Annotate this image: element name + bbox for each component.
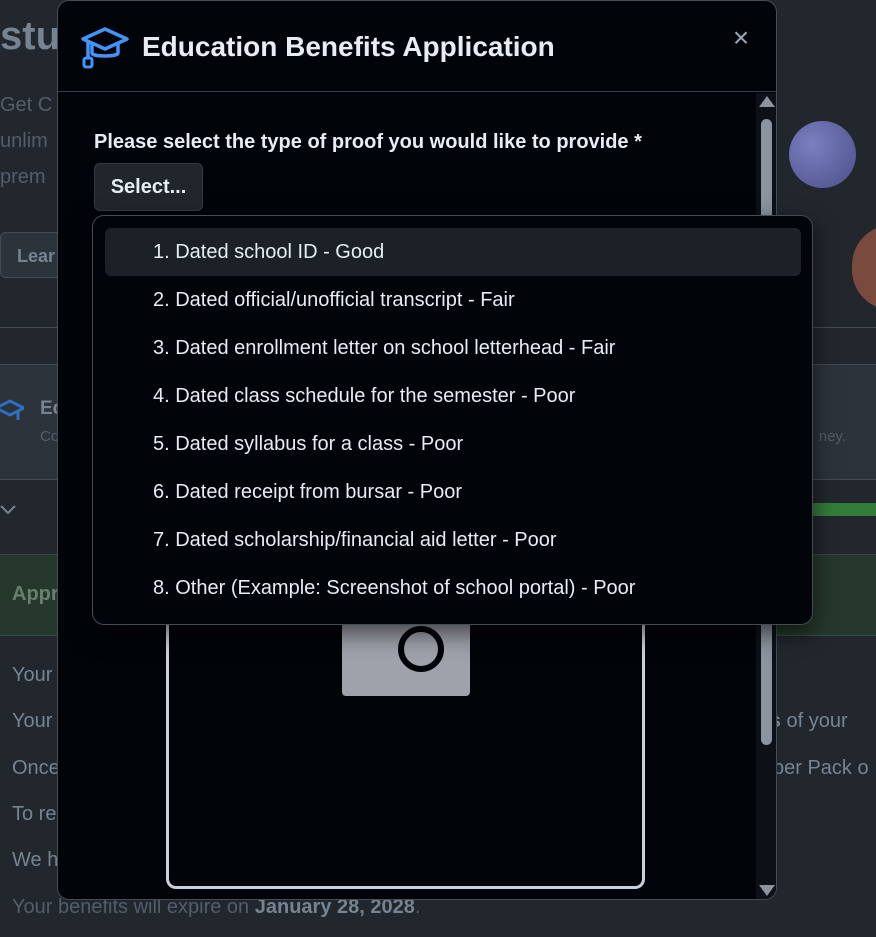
benefit-card-subtitle-end: ney. — [818, 428, 846, 445]
proof-option-syllabus[interactable]: 5. Dated syllabus for a class - Poor — [105, 420, 801, 468]
camera-lens-icon — [398, 626, 444, 672]
body-text: of your — [780, 710, 848, 732]
close-icon[interactable]: × — [728, 24, 754, 52]
chevron-down-icon[interactable] — [0, 500, 18, 525]
scroll-up-arrow-icon[interactable] — [759, 96, 775, 107]
body-line: Your — [12, 710, 53, 732]
proof-option-enrollment-letter[interactable]: 3. Dated enrollment letter on school let… — [105, 324, 801, 372]
modal-header: Education Benefits Application × — [58, 1, 776, 92]
approved-banner-text: Appr — [12, 583, 59, 605]
body-line: Your — [12, 664, 53, 686]
modal-title: Education Benefits Application — [142, 31, 555, 62]
progress-bar — [812, 503, 876, 516]
page-title: stu — [0, 14, 60, 58]
graduation-cap-icon — [80, 25, 130, 74]
body-line: We h — [12, 849, 59, 871]
intro-line: unlim — [0, 130, 48, 152]
avatar — [789, 121, 856, 188]
proof-option-class-schedule[interactable]: 4. Dated class schedule for the semester… — [105, 372, 801, 420]
body-line: Once — [12, 757, 60, 779]
intro-line: Get C — [0, 94, 53, 116]
scroll-down-arrow-icon[interactable] — [759, 885, 775, 896]
proof-type-dropdown: 1. Dated school ID - Good 2. Dated offic… — [92, 215, 813, 625]
illustration — [852, 225, 876, 310]
proof-type-label: Please select the type of proof you woul… — [94, 131, 642, 153]
intro-line: prem — [0, 166, 46, 188]
body-line: To re — [12, 803, 57, 825]
proof-option-school-id[interactable]: 1. Dated school ID - Good — [105, 228, 801, 276]
proof-option-transcript[interactable]: 2. Dated official/unofficial transcript … — [105, 276, 801, 324]
proof-type-select-button[interactable]: Select... — [94, 163, 203, 211]
proof-option-scholarship-letter[interactable]: 7. Dated scholarship/financial aid lette… — [105, 516, 801, 564]
proof-option-bursar-receipt[interactable]: 6. Dated receipt from bursar - Poor — [105, 468, 801, 516]
body-line-end: per Pack o — [773, 757, 869, 779]
proof-option-other[interactable]: 8. Other (Example: Screenshot of school … — [105, 564, 801, 612]
graduation-cap-icon — [0, 398, 28, 437]
